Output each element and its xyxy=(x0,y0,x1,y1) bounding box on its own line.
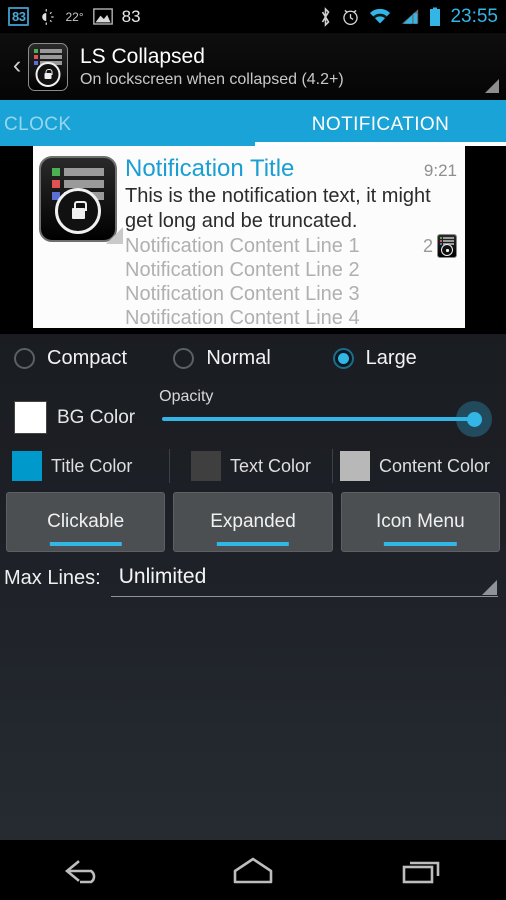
home-icon xyxy=(233,857,273,884)
nav-recents-button[interactable] xyxy=(337,854,506,886)
icon-fold-corner xyxy=(106,227,123,244)
bluetooth-icon xyxy=(322,6,330,27)
battery-icon xyxy=(430,7,441,26)
title-color-label: Title Color xyxy=(51,455,133,476)
tab-bar: CLOCK NOTIFICATION xyxy=(0,103,506,146)
max-lines-spinner[interactable]: Unlimited xyxy=(110,562,498,597)
settings-content: Notification Title 9:21 This is the noti… xyxy=(0,146,506,840)
status-bar: 83 22° 83 23:55 xyxy=(0,0,506,34)
background-opacity-row: BG Color Opacity xyxy=(0,382,506,440)
title-color-swatch[interactable] xyxy=(12,451,42,481)
navigation-bar xyxy=(0,840,506,900)
clickable-button-label: Clickable xyxy=(47,511,125,532)
text-color-picker[interactable]: Text Color xyxy=(176,451,327,481)
clickable-button[interactable]: Clickable xyxy=(6,492,166,552)
notification-time: 9:21 xyxy=(423,161,457,180)
app-icon xyxy=(28,43,68,91)
bg-color-label: BG Color xyxy=(57,406,136,428)
opacity-label: Opacity xyxy=(159,388,214,405)
temperature-text: 22° xyxy=(65,9,84,24)
tab-notification[interactable]: NOTIFICATION xyxy=(255,103,506,146)
divider xyxy=(332,449,334,483)
page-title: LS Collapsed xyxy=(80,45,205,68)
notification-header: Notification Title 9:21 xyxy=(125,154,457,184)
clock-text: 23:55 xyxy=(450,5,498,27)
opacity-slider-track[interactable] xyxy=(162,417,470,421)
icon-menu-button[interactable]: Icon Menu xyxy=(340,492,500,552)
status-bar-right: 23:55 xyxy=(319,6,498,28)
opacity-slider[interactable]: Opacity xyxy=(159,388,492,437)
radio-option-compact[interactable]: Compact xyxy=(14,347,173,370)
notification-count: 2 xyxy=(422,236,433,256)
content-color-swatch[interactable] xyxy=(339,451,370,481)
tab-clock-label: CLOCK xyxy=(4,113,72,135)
radio-icon[interactable] xyxy=(14,347,35,369)
up-navigation-button[interactable]: ‹ xyxy=(6,53,28,81)
max-lines-label: Max Lines: xyxy=(4,567,101,589)
notification-preview-area: Notification Title 9:21 This is the noti… xyxy=(0,146,506,334)
bg-color-swatch[interactable] xyxy=(14,401,47,434)
opacity-slider-thumb[interactable] xyxy=(456,401,492,437)
chevron-down-icon[interactable] xyxy=(482,580,497,595)
text-colors-row: Title Color Text Color Content Color xyxy=(0,440,506,492)
radio-label: Normal xyxy=(206,346,271,369)
tab-notification-label: NOTIFICATION xyxy=(311,113,450,135)
content-line-label: Notification Content Line 4 xyxy=(125,307,360,329)
nav-back-button[interactable] xyxy=(0,854,169,886)
notification-content-line: Notification Content Line 2 xyxy=(125,258,457,282)
max-lines-value: Unlimited xyxy=(118,565,207,588)
action-bar-titles: LS Collapsed On lockscreen when collapse… xyxy=(80,44,344,90)
text-color-label: Text Color xyxy=(229,455,312,476)
photo-icon xyxy=(92,8,113,25)
wifi-icon xyxy=(370,8,391,24)
alarm-icon xyxy=(343,9,359,26)
content-color-label: Content Color xyxy=(378,455,491,476)
icon-menu-button-label: Icon Menu xyxy=(375,511,465,532)
spinner-triangle-icon[interactable] xyxy=(485,79,499,93)
notification-content-line: Notification Content Line 4 xyxy=(125,306,457,330)
expanded-button[interactable]: Expanded xyxy=(173,492,333,552)
radio-option-normal[interactable]: Normal xyxy=(173,347,332,370)
content-line-label: Notification Content Line 2 xyxy=(125,259,360,281)
expanded-button-label: Expanded xyxy=(210,511,296,532)
content-color-picker[interactable]: Content Color xyxy=(339,451,494,481)
max-lines-row: Max Lines: Unlimited xyxy=(0,552,506,597)
toggle-button-row: Clickable Expanded Icon Menu xyxy=(0,492,506,552)
divider xyxy=(168,449,170,483)
notification-preview-card[interactable]: Notification Title 9:21 This is the noti… xyxy=(33,146,465,330)
clickable-button-indicator xyxy=(49,542,122,546)
nav-home-button[interactable] xyxy=(169,854,338,886)
phone-screen: 83 22° 83 23:55 ‹ LS Collapsed On locksc… xyxy=(0,0,506,900)
expanded-button-indicator xyxy=(216,542,290,546)
radio-label: Large xyxy=(365,346,417,369)
page-subtitle: On lockscreen when collapsed (4.2+) xyxy=(80,71,344,88)
status-bar-left: 83 22° 83 xyxy=(8,7,319,27)
notification-title: Notification Title xyxy=(125,155,295,182)
notification-content-line: Notification Content Line 3 xyxy=(125,282,457,306)
photo-count-text: 83 xyxy=(121,6,141,26)
title-color-picker[interactable]: Title Color xyxy=(12,451,163,481)
signal-icon xyxy=(402,9,419,24)
tab-clock[interactable]: CLOCK xyxy=(0,103,255,146)
action-bar: ‹ LS Collapsed On lockscreen when collap… xyxy=(0,34,506,103)
content-line-label: Notification Content Line 1 xyxy=(125,235,360,257)
radio-icon-selected[interactable] xyxy=(332,347,354,369)
recents-icon xyxy=(402,861,439,884)
text-color-swatch[interactable] xyxy=(190,451,221,481)
radio-icon[interactable] xyxy=(173,347,195,369)
radio-label: Compact xyxy=(47,346,128,369)
notification-content-line: Notification Content Line 1 2 xyxy=(125,234,457,258)
content-line-label: Notification Content Line 3 xyxy=(125,283,360,305)
notification-text: This is the notification text, it might … xyxy=(125,185,431,232)
notification-lock-small-icon xyxy=(437,234,457,258)
size-radio-group: Compact Normal Large xyxy=(0,334,506,382)
counter-badge-icon: 83 xyxy=(8,7,30,26)
icon-menu-button-indicator xyxy=(384,542,457,546)
bg-color-picker[interactable]: BG Color xyxy=(14,401,135,434)
back-icon xyxy=(65,860,96,884)
notification-lock-icon xyxy=(39,156,123,244)
notification-body: Notification Title 9:21 This is the noti… xyxy=(117,154,457,330)
brightness-icon xyxy=(42,8,55,25)
radio-option-large[interactable]: Large xyxy=(332,346,492,370)
